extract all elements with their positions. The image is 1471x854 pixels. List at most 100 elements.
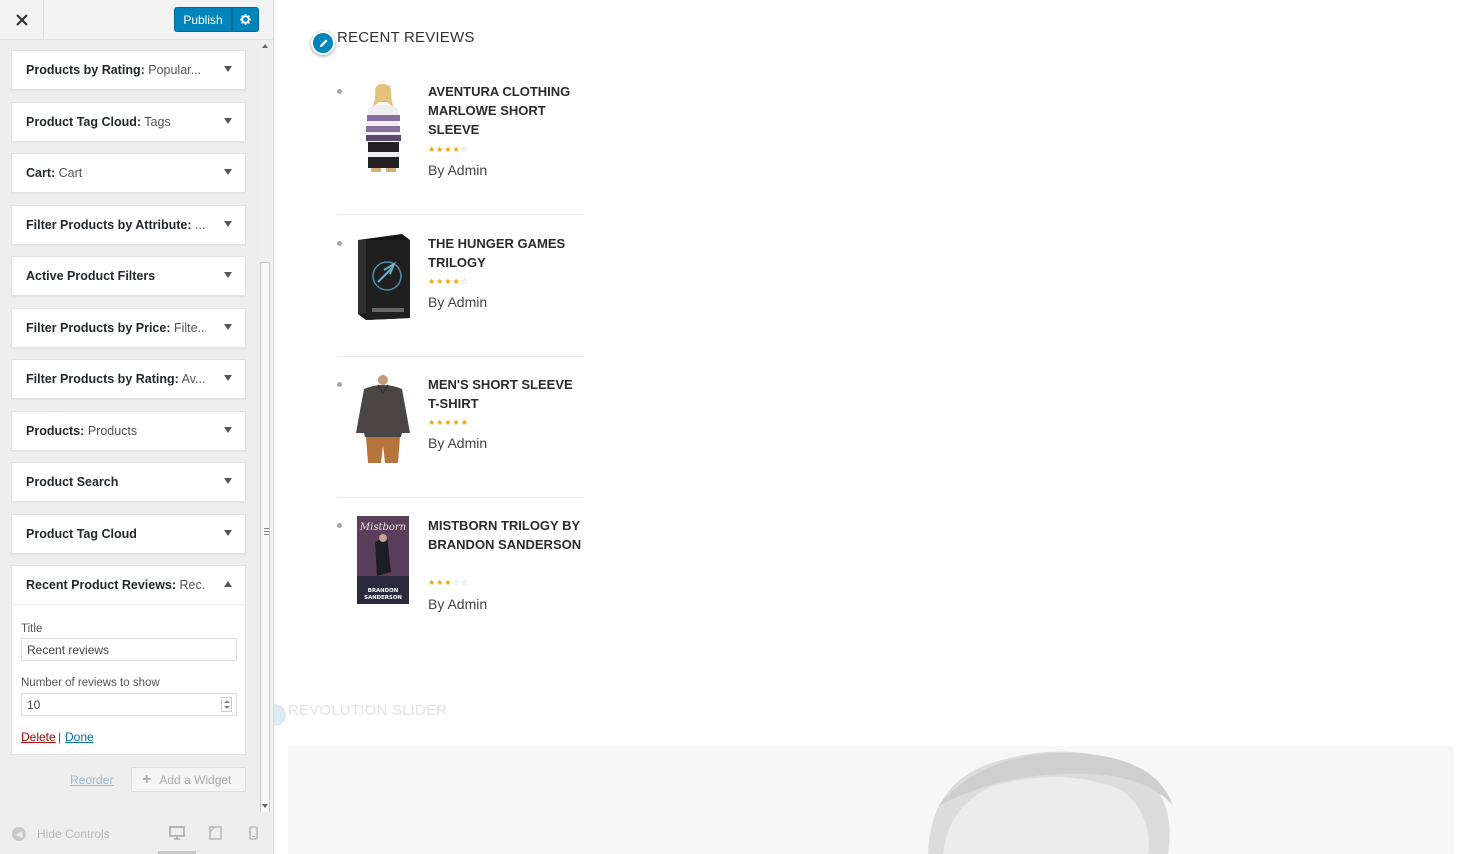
bullet — [337, 523, 342, 528]
chevron-down-icon[interactable] — [224, 220, 232, 227]
scroll-up-arrow[interactable] — [262, 44, 268, 48]
plus-icon: + — [142, 770, 152, 788]
widget-list: Products by Rating: Popular... Product T… — [11, 50, 246, 565]
section-title: RECENT REVIEWS — [337, 29, 475, 46]
widget-name: Product Tag Cloud — [26, 526, 137, 541]
review-product-title[interactable]: THE HUNGER GAMES TRILOGY — [428, 234, 584, 272]
gear-icon — [240, 14, 251, 25]
divider — [337, 214, 584, 215]
chevron-down-icon[interactable] — [224, 66, 232, 72]
chevron-down-icon[interactable] — [224, 323, 232, 330]
count-value: 10 — [27, 698, 41, 712]
chevron-down-icon[interactable] — [224, 169, 232, 175]
widget-header[interactable]: Recent Product Reviews: Rec... — [12, 566, 245, 605]
widget-product-tag-cloud[interactable]: Product Tag Cloud — [11, 513, 246, 554]
scroll-down-arrow[interactable] — [262, 804, 268, 808]
star-rating: ★★★★★ — [428, 418, 469, 427]
widget-name: Active Product Filters — [26, 269, 156, 283]
bullet — [337, 382, 342, 387]
widget-name: Product Tag Cloud: — [26, 114, 142, 129]
book-cover-author: BRANDON — [368, 588, 399, 594]
widget-subtitle: Rec... — [179, 578, 206, 592]
section-title: REVOLUTION SLIDER — [288, 702, 448, 719]
chevron-down-icon[interactable] — [224, 375, 232, 381]
widget-cart[interactable]: Cart: Cart — [11, 153, 246, 193]
product-thumbnail[interactable] — [354, 375, 412, 463]
collapse-icon: ◀ — [12, 827, 26, 841]
book-cover-title: Mistborn — [359, 522, 406, 533]
widget-subtitle: ... — [191, 217, 206, 232]
close-button[interactable] — [0, 0, 44, 40]
chevron-up-icon[interactable] — [224, 581, 232, 587]
widget-subtitle: Av... — [178, 372, 206, 386]
widget-recent-product-reviews-expanded: Recent Product Reviews: Rec... Title Rec… — [11, 565, 246, 755]
done-link[interactable]: Done — [65, 730, 94, 744]
widget-name: Products: — [26, 423, 85, 438]
product-thumbnail[interactable] — [354, 82, 412, 172]
number-stepper[interactable] — [221, 697, 232, 712]
widget-products[interactable]: Products: Products — [11, 410, 246, 451]
divider — [337, 356, 584, 357]
tablet-icon[interactable] — [209, 826, 222, 840]
stepper-down-icon[interactable] — [223, 706, 230, 710]
star-rating: ★★★★☆ — [428, 145, 469, 154]
slider-image — [288, 746, 1454, 854]
review-author: By Admin — [428, 596, 488, 612]
product-thumbnail[interactable] — [354, 234, 412, 320]
customizer-sidebar: Publish Products by Rating: Popular... P… — [0, 0, 274, 854]
chevron-down-icon[interactable] — [224, 426, 232, 433]
review-author: By Admin — [428, 435, 488, 451]
divider — [337, 497, 584, 498]
publish-settings-button[interactable] — [232, 7, 259, 32]
bullet — [337, 241, 342, 246]
list-item: THE HUNGER GAMES TRILOGY ★★★★☆ By Admin — [337, 234, 584, 334]
title-label: Title — [21, 623, 43, 635]
list-item: Mistborn BRANDON SANDERSON MISTBORN TRIL… — [337, 516, 584, 616]
publish-button[interactable]: Publish — [174, 7, 232, 32]
close-icon — [15, 14, 28, 26]
widget-subtitle: Cart — [55, 166, 83, 180]
title-input[interactable]: Recent reviews — [21, 638, 237, 661]
widget-subtitle: Tags — [141, 114, 171, 129]
edit-shortcut-button[interactable] — [274, 704, 286, 726]
widget-filter-by-attribute[interactable]: Filter Products by Attribute: ... — [11, 204, 246, 245]
delete-link[interactable]: Delete — [21, 730, 56, 744]
chevron-down-icon[interactable] — [224, 529, 232, 536]
widget-subtitle: Products — [84, 423, 138, 438]
scrollbar[interactable] — [259, 40, 272, 842]
count-input[interactable]: 10 — [21, 693, 237, 716]
hide-controls-button[interactable]: ◀ Hide Controls — [12, 827, 110, 841]
widget-filter-by-price[interactable]: Filter Products by Price: Filte... — [11, 307, 246, 348]
star-rating: ★★★☆☆ — [428, 578, 469, 587]
review-product-title[interactable]: AVENTURA CLOTHING MARLOWE SHORT SLEEVE — [428, 82, 584, 139]
review-product-title[interactable]: MISTBORN TRILOGY BY BRANDON SANDERSON — [428, 516, 584, 554]
widget-name: Recent Product Reviews: — [26, 578, 177, 592]
edit-shortcut-button[interactable] — [311, 31, 335, 55]
widget-name: Filter Products by Rating: — [26, 372, 179, 386]
product-thumbnail[interactable]: Mistborn BRANDON SANDERSON — [354, 516, 412, 604]
widget-products-by-rating[interactable]: Products by Rating: Popular... — [11, 50, 246, 90]
revolution-slider — [288, 746, 1454, 854]
review-product-title[interactable]: MEN'S SHORT SLEEVE T-SHIRT — [428, 375, 584, 413]
scrollbar-thumb[interactable] — [260, 262, 270, 842]
widget-product-tag-cloud-tags[interactable]: Product Tag Cloud: Tags — [11, 101, 246, 142]
widget-active-product-filters[interactable]: Active Product Filters — [11, 256, 246, 296]
stepper-up-icon[interactable] — [223, 699, 230, 703]
sidebar-footer: ◀ Hide Controls — [0, 812, 273, 854]
chevron-down-icon[interactable] — [224, 272, 232, 278]
book-cover-author: SANDERSON — [364, 595, 402, 601]
widget-subtitle: Popular... — [144, 63, 202, 77]
mobile-icon[interactable] — [249, 826, 258, 840]
pencil-icon — [319, 38, 328, 47]
widget-filter-by-rating[interactable]: Filter Products by Rating: Av... — [11, 359, 246, 399]
chevron-down-icon[interactable] — [224, 117, 232, 124]
reorder-link[interactable]: Reorder — [70, 773, 113, 787]
add-widget-button[interactable]: + Add a Widget — [131, 767, 246, 792]
hide-controls-label: Hide Controls — [37, 827, 110, 841]
desktop-icon[interactable] — [169, 826, 185, 840]
chevron-down-icon[interactable] — [224, 478, 232, 484]
widget-product-search[interactable]: Product Search — [11, 462, 246, 502]
widget-name: Filter Products by Attribute: — [26, 217, 192, 232]
link-separator: | — [58, 730, 62, 744]
widget-name: Product Search — [26, 475, 119, 489]
